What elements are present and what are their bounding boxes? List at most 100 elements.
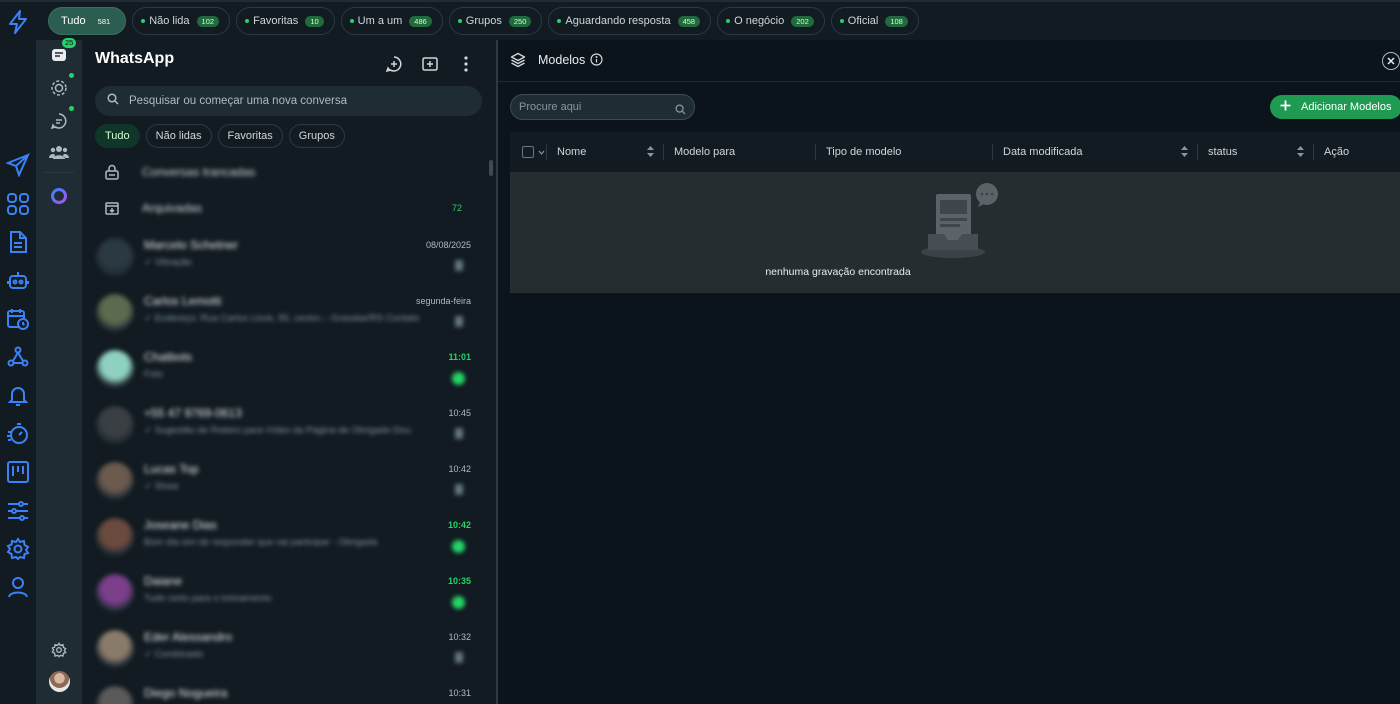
- send-icon[interactable]: [5, 152, 31, 178]
- col-data-modificada[interactable]: Data modificada: [993, 132, 1198, 172]
- chat-filter-pills: Tudo Não lidas Favoritas Grupos: [95, 124, 345, 148]
- kanban-icon[interactable]: [5, 459, 31, 485]
- filter-dot: [726, 19, 731, 23]
- top-filter-favoritas[interactable]: Favoritas 10: [236, 7, 335, 35]
- top-filter-label: Grupos: [465, 15, 502, 27]
- chat-search-bar[interactable]: [95, 86, 482, 116]
- chat-preview: ✓ Show: [144, 481, 179, 492]
- avatar: [96, 574, 134, 612]
- chat-time: 11:01: [448, 352, 471, 362]
- timer-icon[interactable]: [5, 421, 31, 447]
- top-filter-count: 202: [791, 15, 814, 27]
- chat-time: 10:42: [447, 520, 471, 530]
- archived-label: Arquivadas: [142, 201, 203, 215]
- chat-time: 08/08/2025: [425, 240, 471, 250]
- info-icon[interactable]: [590, 53, 603, 71]
- models-search-bar[interactable]: [510, 94, 695, 120]
- chat-row[interactable]: Lucas Top ✓ Show 10:42: [82, 454, 492, 510]
- models-title: Modelos: [538, 53, 586, 67]
- chat-preview: Tudo certo para o treinamento: [144, 593, 272, 604]
- chat-filter-tudo[interactable]: Tudo: [95, 124, 140, 148]
- col-nome[interactable]: Nome: [547, 132, 664, 172]
- top-filter-oficial[interactable]: Oficial 108: [830, 7, 919, 35]
- models-search-input[interactable]: [519, 101, 669, 113]
- archived-row[interactable]: Arquivadas 72: [82, 190, 492, 226]
- new-chat-icon[interactable]: [384, 54, 404, 74]
- chat-name: Daiane: [144, 574, 183, 588]
- chat-row[interactable]: Eder Alessandro ✓ Combinado 10:32: [82, 622, 492, 678]
- settings-gear-icon[interactable]: [46, 637, 72, 663]
- robot-icon[interactable]: [5, 268, 31, 294]
- chat-name: Marcelo Schetner: [144, 238, 239, 252]
- top-filter-pills: Tudo 581 Não lida 102 Favoritas 10 Um a um 486 G…: [48, 7, 919, 35]
- filter-dot: [141, 19, 146, 23]
- empty-message: nenhuma gravação encontrada: [765, 266, 911, 278]
- pin-icon: [455, 428, 463, 439]
- close-icon[interactable]: [1382, 52, 1400, 70]
- user-icon[interactable]: [5, 574, 31, 600]
- channels-icon[interactable]: [46, 106, 74, 134]
- chat-search-input[interactable]: [129, 95, 459, 107]
- top-filter-o-neg-cio[interactable]: O negócio 202: [717, 7, 825, 35]
- avatar: [96, 238, 134, 276]
- chat-row[interactable]: Diego Nogueira 10:31: [82, 678, 492, 704]
- chat-row[interactable]: Chatbots Foto 11:01: [82, 342, 492, 398]
- locked-chats-row[interactable]: Conversas trancadas: [82, 154, 492, 190]
- pin-icon: [455, 484, 463, 495]
- lightning-logo-icon[interactable]: [0, 2, 36, 42]
- filter-dot: [245, 19, 250, 23]
- chat-filter-n-o-lidas[interactable]: Não lidas: [145, 124, 212, 148]
- chat-row[interactable]: Marcelo Schetner ✓ Vibração 08/08/2025: [82, 230, 492, 286]
- chat-name: Eder Alessandro: [144, 630, 233, 644]
- top-filter-label: Oficial: [847, 15, 879, 27]
- col-tipo-de-modelo: Tipo de modelo: [816, 132, 993, 172]
- sliders-icon[interactable]: [5, 498, 31, 524]
- webhook-icon[interactable]: [5, 344, 31, 370]
- pin-icon: [455, 260, 463, 271]
- document-icon[interactable]: [5, 229, 31, 255]
- chat-list-panel: WhatsApp TudoNão lidasFavoritasGrupos Co…: [82, 40, 498, 704]
- chat-icon[interactable]: 25: [46, 38, 77, 68]
- top-filter-count: 581: [97, 16, 111, 26]
- chat-scrollbar[interactable]: [489, 160, 493, 176]
- apps-grid-icon[interactable]: [5, 191, 31, 217]
- avatar: [96, 518, 134, 556]
- meta-ai-icon[interactable]: [46, 183, 72, 209]
- col-nome-label: Nome: [557, 146, 587, 158]
- chat-row[interactable]: Joseane Dias Bom dia sim de responder que…: [82, 510, 492, 566]
- chat-name: Diego Nogueira: [144, 686, 228, 700]
- top-filter-label: Favoritas: [253, 15, 299, 27]
- unread-badge: [452, 540, 465, 553]
- status-icon[interactable]: [46, 73, 74, 101]
- top-filter-grupos[interactable]: Grupos 250: [448, 7, 543, 35]
- chat-preview: ✓ Combinado: [144, 649, 204, 660]
- layers-icon: [510, 52, 526, 73]
- chat-filter-grupos[interactable]: Grupos: [288, 124, 345, 148]
- chat-time: 10:32: [448, 632, 471, 642]
- archived-count: 72: [451, 203, 462, 213]
- more-icon[interactable]: [456, 54, 476, 74]
- filter-dot: [349, 19, 354, 23]
- top-filter-count: 10: [305, 15, 324, 27]
- chat-time: segunda-feira: [415, 296, 471, 306]
- communities-icon[interactable]: [46, 139, 72, 165]
- top-filter-tudo[interactable]: Tudo 581: [48, 7, 127, 35]
- profile-avatar[interactable]: [46, 668, 72, 694]
- chat-row[interactable]: Daiane Tudo certo para o treinamento 10:35: [82, 566, 492, 622]
- bell-icon[interactable]: [5, 383, 31, 409]
- chat-row[interactable]: +55 47 9769-0613 ✓ Sugestão de Roteiro pa…: [82, 398, 492, 454]
- calendar-clock-icon[interactable]: [5, 306, 31, 332]
- add-model-button[interactable]: Adicionar Modelos: [1270, 95, 1400, 119]
- top-filter-aguardando-resposta[interactable]: Aguardando resposta 458: [548, 7, 712, 35]
- col-status[interactable]: status: [1198, 132, 1314, 172]
- gear-icon[interactable]: [5, 536, 31, 562]
- top-filter-um-a-um[interactable]: Um a um 486: [340, 7, 443, 35]
- top-filter-label: Tudo: [61, 15, 86, 27]
- chat-name: +55 47 9769-0613: [144, 406, 242, 420]
- chat-filter-favoritas[interactable]: Favoritas: [217, 124, 283, 148]
- select-all-checkbox[interactable]: [510, 132, 547, 172]
- top-filter-n-o-lida[interactable]: Não lida 102: [132, 7, 231, 35]
- chat-row[interactable]: Carlos Lemotti ✓ Endereço: Rua Carlos Lin…: [82, 286, 492, 342]
- top-filter-count: 486: [409, 15, 432, 27]
- add-icon[interactable]: [420, 54, 440, 74]
